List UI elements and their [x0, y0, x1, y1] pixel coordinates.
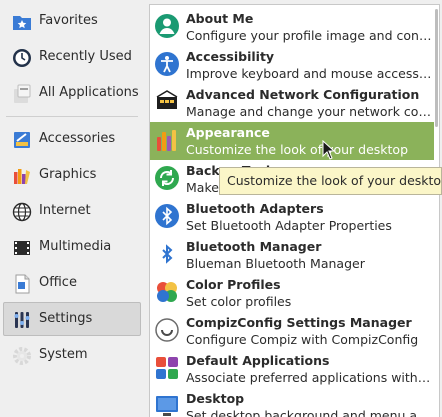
sidebar-separator — [6, 116, 138, 117]
sync-icon — [154, 165, 180, 191]
bluetooth-icon — [154, 241, 180, 267]
category-internet[interactable]: Internet — [3, 194, 141, 228]
app-name: Color Profiles — [186, 277, 281, 292]
app-name: Desktop — [186, 391, 245, 406]
app-description: Configure your profile image and cont... — [186, 28, 432, 43]
user-icon — [154, 13, 180, 39]
app-color-profiles[interactable]: Color Profiles Set color profiles — [150, 274, 434, 312]
app-name: Default Applications — [186, 353, 330, 368]
app-bluetooth-adapters[interactable]: Bluetooth Adapters Set Bluetooth Adapter… — [150, 198, 434, 236]
category-settings[interactable]: Settings — [3, 302, 141, 336]
category-sidebar: Favorites Recently Used All Applications… — [0, 0, 147, 417]
category-recently-used[interactable]: Recently Used — [3, 40, 141, 74]
category-label: Multimedia — [39, 239, 112, 254]
app-about-me[interactable]: About Me Configure your profile image an… — [150, 8, 434, 46]
app-accessibility[interactable]: Accessibility Improve keyboard and mouse… — [150, 46, 434, 84]
film-icon — [12, 238, 32, 258]
accessibility-icon — [154, 51, 180, 77]
app-description: Configure Compiz with CompizConfig — [186, 332, 419, 347]
default-apps-icon — [154, 355, 180, 381]
category-label: Accessories — [39, 131, 116, 146]
category-label: Settings — [39, 311, 93, 326]
applications-icon — [12, 84, 32, 104]
graphics-icon — [12, 166, 32, 186]
category-office[interactable]: Office — [3, 266, 141, 300]
globe-icon — [12, 202, 32, 222]
app-name: Bluetooth Adapters — [186, 201, 324, 216]
network-icon — [154, 89, 180, 115]
app-name: About Me — [186, 11, 254, 26]
category-label: All Applications — [39, 85, 139, 100]
app-description: Set Bluetooth Adapter Properties — [186, 218, 392, 233]
app-description: Customize the look of your desktop — [186, 142, 409, 157]
category-label: Office — [39, 275, 77, 290]
category-label: Favorites — [39, 13, 98, 28]
appearance-tooltip: Customize the look of your desktop — [219, 167, 442, 195]
app-name: Advanced Network Configuration — [186, 87, 420, 102]
category-graphics[interactable]: Graphics — [3, 158, 141, 192]
app-appearance[interactable]: Appearance Customize the look of your de… — [150, 122, 434, 160]
document-icon — [12, 274, 32, 294]
category-label: Graphics — [39, 167, 97, 182]
category-label: Internet — [39, 203, 91, 218]
app-name: Appearance — [186, 125, 270, 140]
compiz-icon — [154, 317, 180, 343]
app-name: Accessibility — [186, 49, 275, 64]
app-description: Blueman Bluetooth Manager — [186, 256, 365, 271]
app-advanced-network-configuration[interactable]: Advanced Network Configuration Manage an… — [150, 84, 434, 122]
category-accessories[interactable]: Accessories — [3, 122, 141, 156]
category-all-applications[interactable]: All Applications — [3, 76, 141, 110]
category-favorites[interactable]: Favorites — [3, 4, 141, 38]
app-name: Bluetooth Manager — [186, 239, 322, 254]
bluetooth-icon — [154, 203, 180, 229]
gear-icon — [12, 346, 32, 366]
app-description: Improve keyboard and mouse accessibi... — [186, 66, 432, 81]
app-description: Set desktop background and menu an... — [186, 408, 432, 417]
app-compizconfig-settings-manager[interactable]: CompizConfig Settings Manager Configure … — [150, 312, 434, 350]
sliders-icon — [12, 310, 32, 330]
app-description: Associate preferred applications with ..… — [186, 370, 432, 385]
mouse-cursor-icon — [322, 140, 336, 160]
accessories-icon — [12, 130, 32, 150]
category-system[interactable]: System — [3, 338, 141, 372]
app-desktop[interactable]: Desktop Set desktop background and menu … — [150, 388, 434, 417]
category-multimedia[interactable]: Multimedia — [3, 230, 141, 264]
category-label: Recently Used — [39, 49, 132, 64]
app-default-applications[interactable]: Default Applications Associate preferred… — [150, 350, 434, 388]
app-bluetooth-manager[interactable]: Bluetooth Manager Blueman Bluetooth Mana… — [150, 236, 434, 274]
app-name: CompizConfig Settings Manager — [186, 315, 412, 330]
desktop-icon — [154, 393, 180, 417]
color-profiles-icon — [154, 279, 180, 305]
list-scrollbar[interactable] — [435, 9, 438, 127]
star-folder-icon — [12, 12, 32, 32]
app-description: Manage and change your network con... — [186, 104, 432, 119]
app-description: Set color profiles — [186, 294, 292, 309]
palette-icon — [154, 127, 180, 153]
applications-list[interactable]: About Me Configure your profile image an… — [149, 4, 440, 417]
category-label: System — [39, 347, 88, 362]
clock-icon — [12, 48, 32, 68]
